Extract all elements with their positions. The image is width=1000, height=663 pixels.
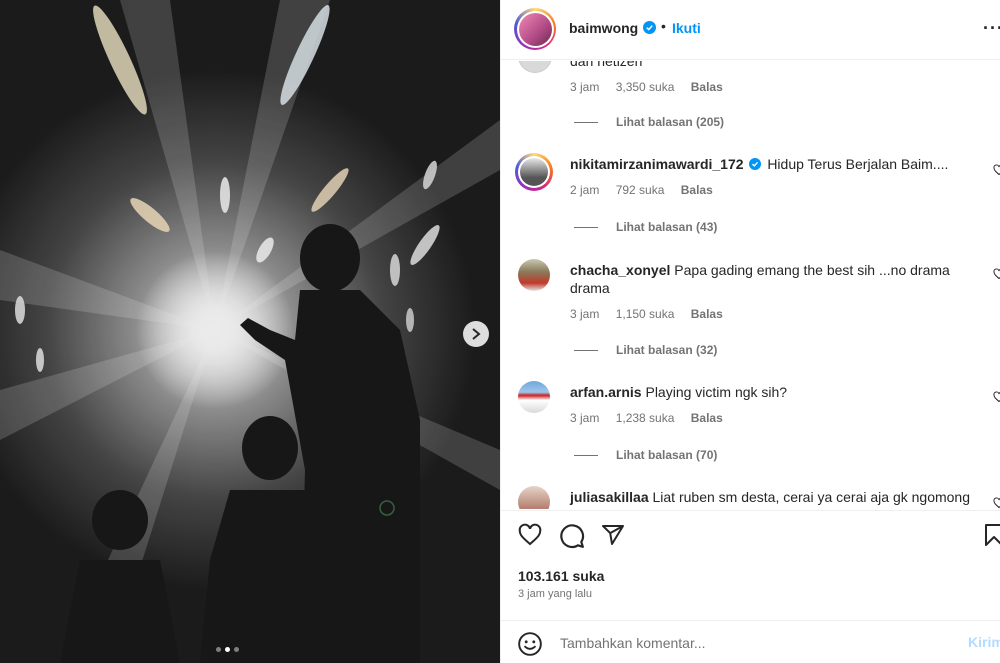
post-comment-button[interactable]: Kirim xyxy=(968,634,1000,650)
like-comment-heart-icon[interactable] xyxy=(993,391,1000,403)
comment-body: Liat ruben sm desta, cerai ya cerai aja … xyxy=(652,489,971,505)
author-avatar[interactable] xyxy=(514,8,556,50)
like-count[interactable]: 103.161 suka xyxy=(518,568,604,584)
comment-time[interactable]: 3 jam xyxy=(570,80,599,94)
comment-time[interactable]: 2 jam xyxy=(570,183,599,197)
comment-body: Papa gading emang the best sih ...no dra… xyxy=(674,262,950,278)
verified-badge-icon xyxy=(643,21,656,34)
comment-likes[interactable]: 1,150 suka xyxy=(616,307,675,321)
carousel-dot xyxy=(216,647,221,652)
chevron-right-icon xyxy=(472,328,481,340)
comment-username[interactable]: juliasakillaa xyxy=(570,489,649,505)
comment-likes[interactable]: 792 suka xyxy=(616,183,665,197)
comment-body: Hidup Terus Berjalan Baim.... xyxy=(767,156,949,172)
view-replies-label: Lihat balasan (43) xyxy=(616,220,718,234)
view-replies-label: Lihat balasan (32) xyxy=(616,343,718,357)
like-heart-icon[interactable] xyxy=(517,523,543,547)
comment-time[interactable]: 3 jam xyxy=(570,307,599,321)
comment-text: chacha_xonyel Papa gading emang the best… xyxy=(570,262,950,278)
comment-username[interactable]: chacha_xonyel xyxy=(570,262,670,278)
like-comment-heart-icon[interactable] xyxy=(993,164,1000,176)
carousel-next-button[interactable] xyxy=(463,321,489,347)
comment-text-line2: drama xyxy=(570,280,610,296)
view-replies-button[interactable]: Lihat balasan (43) xyxy=(574,220,717,234)
comment-text: nikitamirzanimawardi_172 Hidup Terus Ber… xyxy=(570,156,948,172)
post-timestamp[interactable]: 3 jam yang lalu xyxy=(518,588,592,600)
more-options-button[interactable]: ··· xyxy=(983,18,1000,39)
post-photo xyxy=(0,0,500,663)
reply-button[interactable]: Balas xyxy=(691,80,723,94)
divider-line xyxy=(574,349,598,351)
reply-button[interactable]: Balas xyxy=(691,411,723,425)
carousel-indicator xyxy=(216,647,239,652)
view-replies-button[interactable]: Lihat balasan (32) xyxy=(574,343,717,357)
post-header: baimwong • Ikuti ··· xyxy=(501,0,1000,60)
commenter-avatar[interactable] xyxy=(518,61,552,73)
comment-meta: 3 jam 1,238 suka Balas xyxy=(570,411,736,425)
follow-button[interactable]: Ikuti xyxy=(672,20,701,36)
commenter-avatar[interactable] xyxy=(518,486,550,509)
comment-bubble-icon[interactable] xyxy=(559,523,585,549)
emoji-icon[interactable] xyxy=(517,631,543,657)
add-comment-bar: Kirim xyxy=(501,620,1000,663)
divider-line xyxy=(574,121,598,123)
author-username[interactable]: baimwong xyxy=(569,20,638,36)
comment-meta: 3 jam 3,350 suka Balas xyxy=(570,80,736,94)
comment-likes[interactable]: 3,350 suka xyxy=(616,80,675,94)
comment-time[interactable]: 3 jam xyxy=(570,411,599,425)
comment-likes[interactable]: 1,238 suka xyxy=(616,411,675,425)
commenter-avatar[interactable] xyxy=(515,153,553,191)
commenter-avatar[interactable] xyxy=(518,381,550,413)
divider-line xyxy=(574,226,598,228)
commenter-avatar[interactable] xyxy=(518,259,550,291)
divider-line xyxy=(574,454,598,456)
separator-dot: • xyxy=(661,18,666,34)
share-paper-plane-icon[interactable] xyxy=(600,523,626,547)
view-replies-label: Lihat balasan (205) xyxy=(616,115,725,129)
verified-badge-icon xyxy=(749,158,762,170)
bookmark-save-icon[interactable] xyxy=(983,523,1000,547)
comment-username[interactable]: arfan.arnis xyxy=(570,384,642,400)
view-replies-button[interactable]: Lihat balasan (70) xyxy=(574,448,717,462)
like-comment-heart-icon[interactable] xyxy=(993,268,1000,280)
view-replies-button[interactable]: Lihat balasan (205) xyxy=(574,115,724,129)
comment-body: Playing victim ngk sih? xyxy=(645,384,788,400)
carousel-dot-active xyxy=(225,647,230,652)
comment-meta: 3 jam 1,150 suka Balas xyxy=(570,307,736,321)
photo-image xyxy=(0,0,500,663)
comment-text: arfan.arnis Playing victim ngk sih? xyxy=(570,384,787,400)
carousel-dot xyxy=(234,647,239,652)
post-actions: 103.161 suka 3 jam yang lalu xyxy=(501,510,1000,630)
view-replies-label: Lihat balasan (70) xyxy=(616,448,718,462)
comment-text: dari netizen xyxy=(570,61,643,69)
comments-list: dari netizen 3 jam 3,350 suka Balas Liha… xyxy=(501,61,1000,509)
reply-button[interactable]: Balas xyxy=(681,183,713,197)
comment-input[interactable] xyxy=(558,631,962,655)
reply-button[interactable]: Balas xyxy=(691,307,723,321)
comment-meta: 2 jam 792 suka Balas xyxy=(570,183,726,197)
comment-username[interactable]: nikitamirzanimawardi_172 xyxy=(570,156,744,172)
comment-text: juliasakillaa Liat ruben sm desta, cerai… xyxy=(570,489,970,505)
post-details-panel: baimwong • Ikuti ··· dari netizen 3 jam … xyxy=(500,0,1000,663)
like-comment-heart-icon[interactable] xyxy=(993,497,1000,509)
